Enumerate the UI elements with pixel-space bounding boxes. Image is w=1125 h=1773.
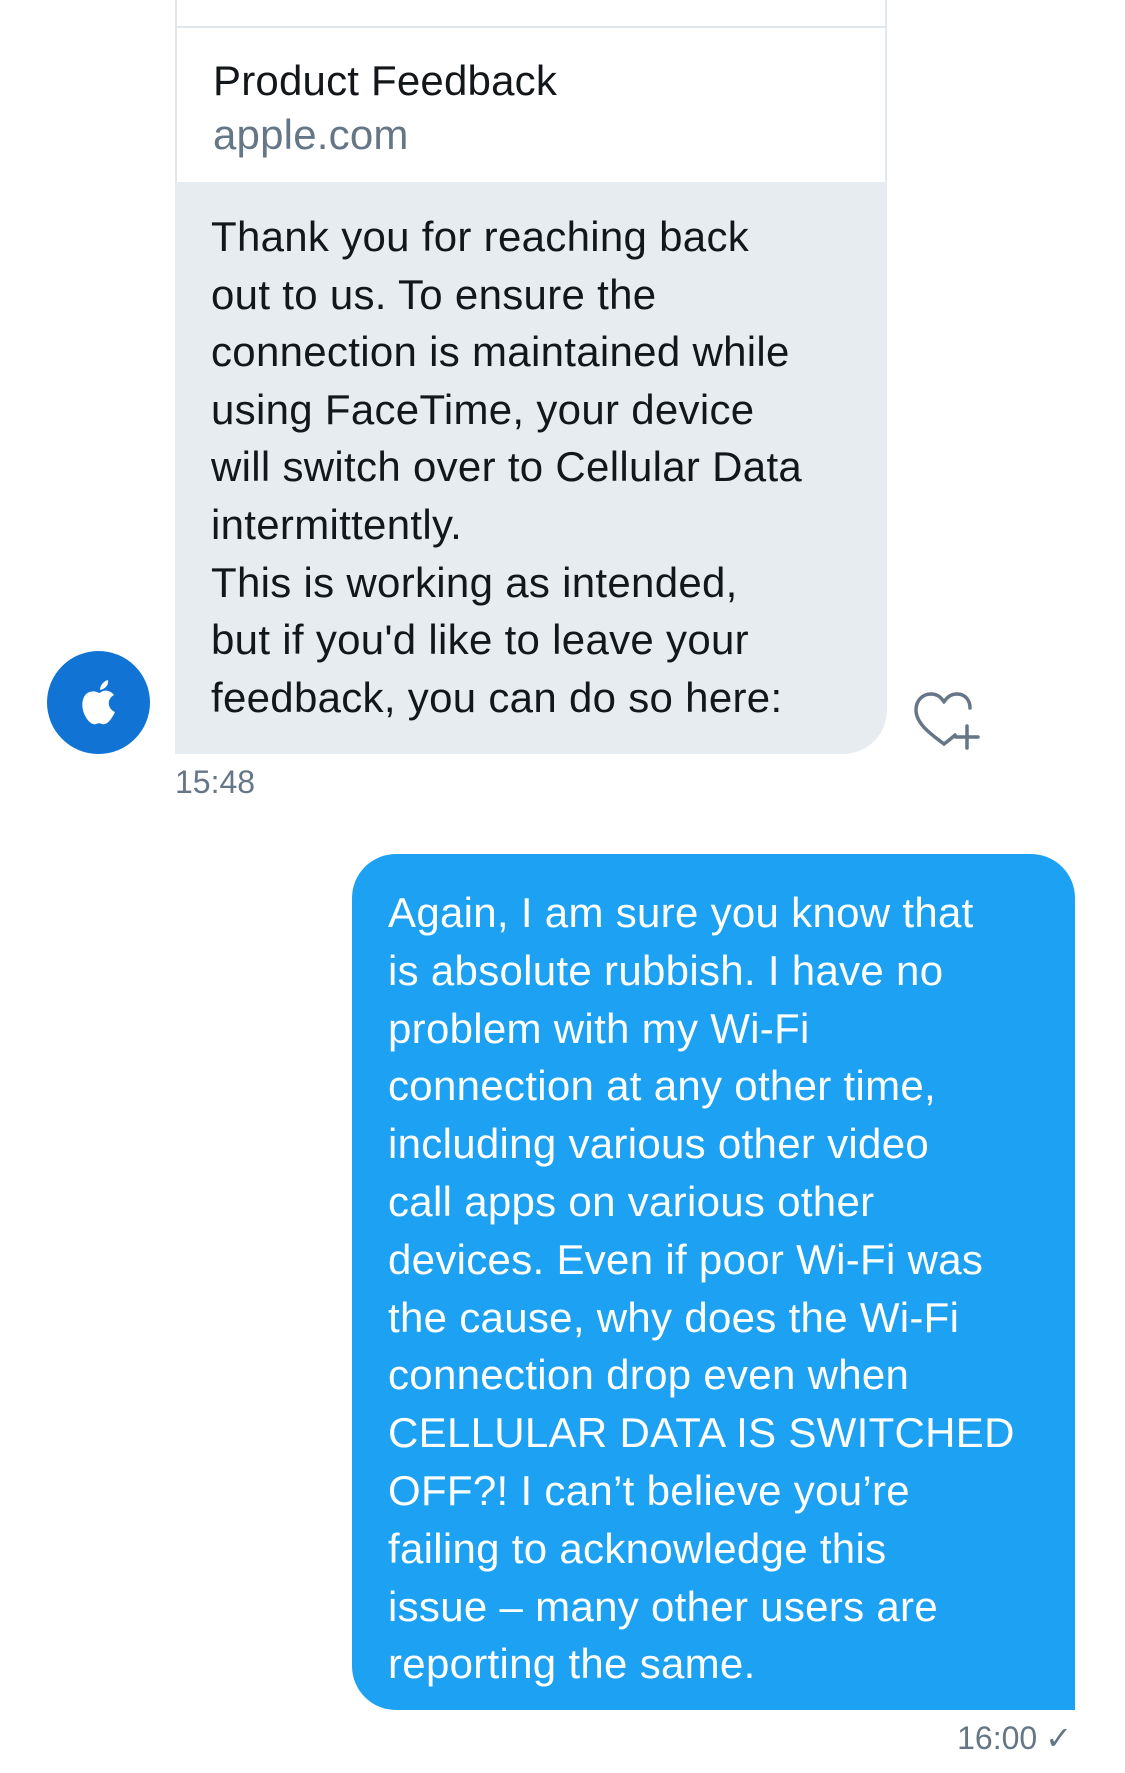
received-message-bubble[interactable]: Thank you for reaching back out to us. T… bbox=[175, 182, 887, 754]
sent-message-time: 16:00 bbox=[957, 1720, 1038, 1756]
link-card-domain: apple.com bbox=[213, 111, 409, 158]
received-message-text: Thank you for reaching back out to us. T… bbox=[211, 213, 803, 721]
link-card-top-edge bbox=[175, 0, 887, 28]
link-card-title: Product Feedback bbox=[213, 57, 558, 104]
avatar[interactable] bbox=[47, 651, 150, 754]
heart-plus-icon[interactable] bbox=[910, 686, 984, 752]
sent-message-text: Again, I am sure you know that is absolu… bbox=[388, 889, 1015, 1688]
link-card[interactable]: Product Feedback apple.com bbox=[175, 28, 887, 182]
received-message-time: 15:48 bbox=[175, 764, 256, 800]
sent-message-meta: 16:00 ✓ bbox=[957, 1716, 1072, 1760]
sent-message-bubble[interactable]: Again, I am sure you know that is absolu… bbox=[352, 854, 1075, 1710]
read-check-icon: ✓ bbox=[1045, 1719, 1072, 1757]
apple-logo-icon bbox=[81, 679, 115, 724]
